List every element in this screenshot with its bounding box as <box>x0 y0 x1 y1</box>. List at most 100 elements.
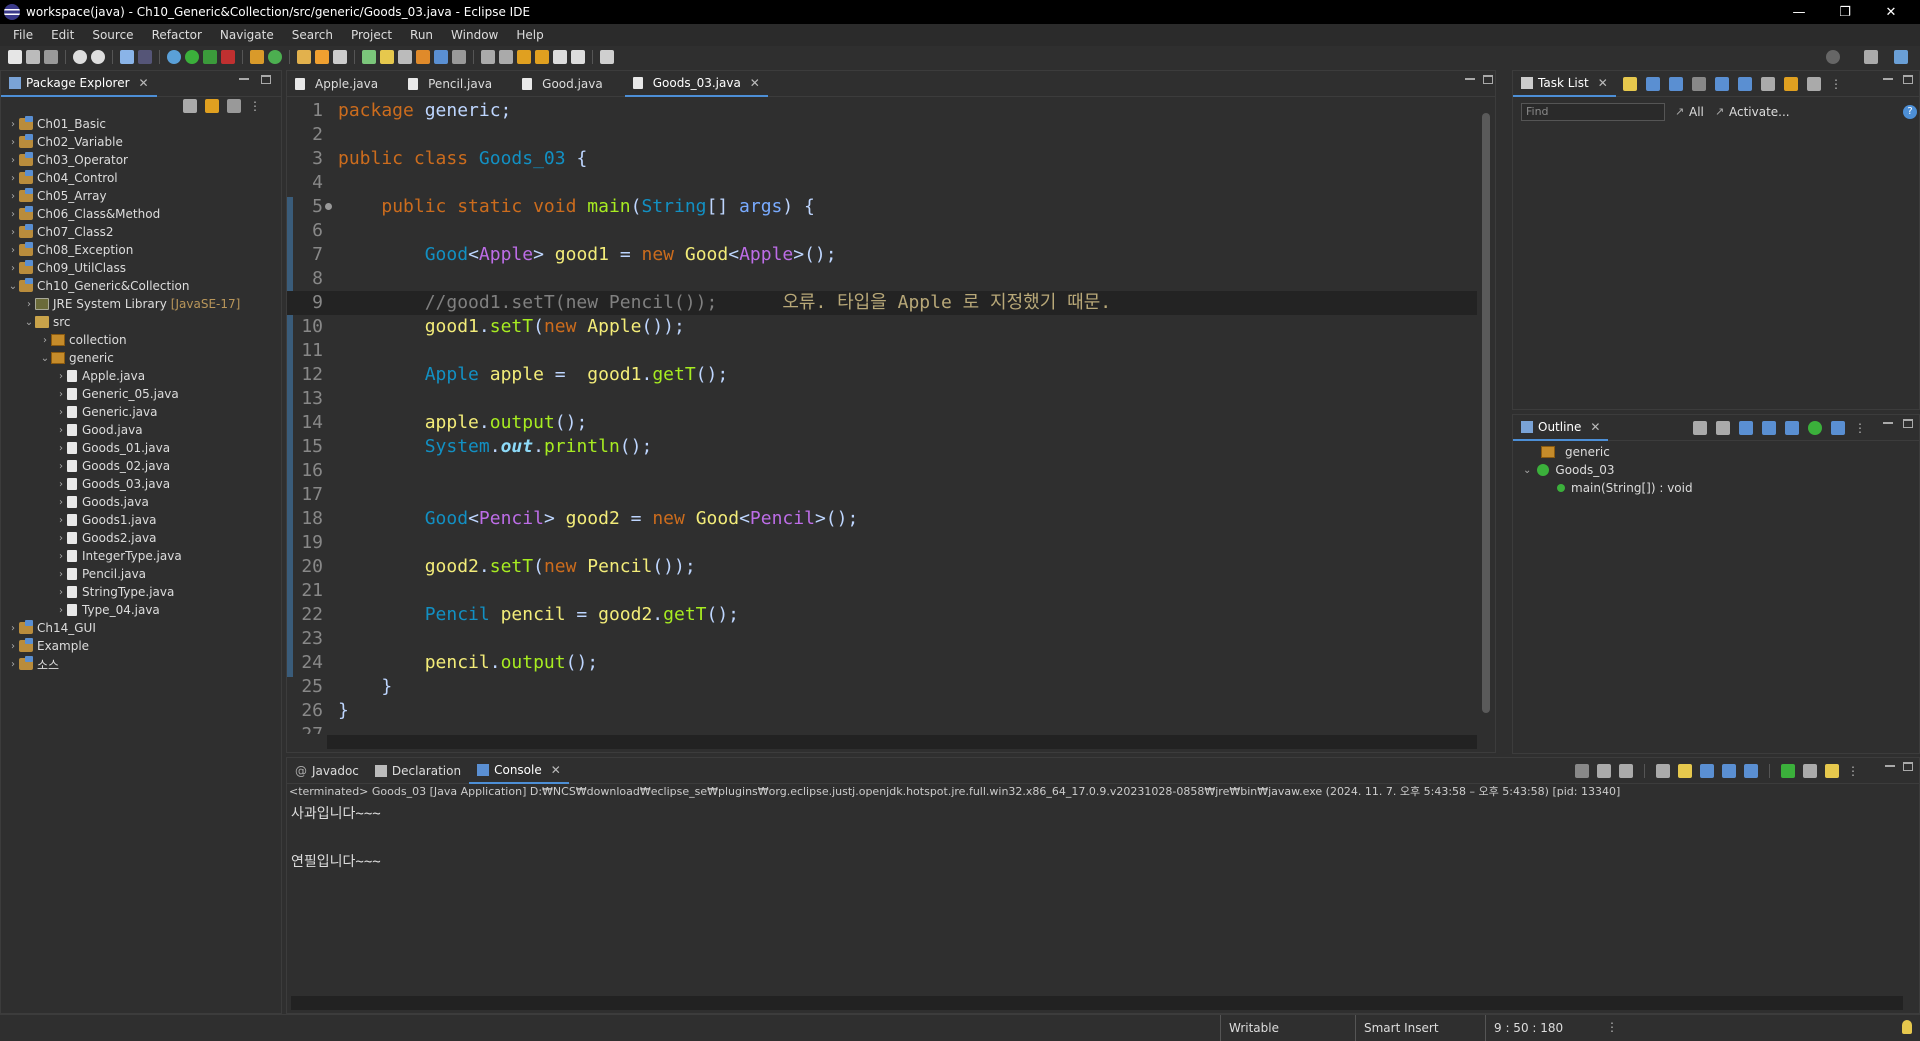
tree-item-project[interactable]: › 소스 <box>1 655 281 673</box>
maximize-icon[interactable] <box>261 75 271 84</box>
java-perspective-icon[interactable] <box>1894 50 1908 64</box>
hide-static-icon[interactable] <box>1785 421 1799 435</box>
view-menu-icon[interactable]: ⋮ <box>1854 421 1866 435</box>
tree-item-file[interactable]: › Generic_05.java <box>1 385 281 403</box>
outline-item-method[interactable]: main(String[]) : void <box>1557 481 1693 495</box>
skip-breakpoints-icon[interactable] <box>138 50 152 64</box>
paragraph-icon[interactable] <box>452 50 466 64</box>
menu-help[interactable]: Help <box>507 28 552 42</box>
filter-icon[interactable] <box>227 99 241 113</box>
search-icon[interactable] <box>1826 50 1840 64</box>
categorize-icon[interactable] <box>1646 77 1660 91</box>
tree-item-package[interactable]: › collection <box>1 331 281 349</box>
chevron-right-icon[interactable]: › <box>55 551 67 562</box>
synchronize-icon[interactable] <box>1784 77 1798 91</box>
chevron-right-icon[interactable]: › <box>7 119 19 130</box>
debug-icon[interactable] <box>167 50 181 64</box>
save-all-icon[interactable] <box>44 50 58 64</box>
menu-source[interactable]: Source <box>83 28 142 42</box>
clear-console-icon[interactable] <box>1656 764 1670 778</box>
scroll-lock-icon[interactable] <box>1678 764 1692 778</box>
tree-item-file[interactable]: › Good.java <box>1 421 281 439</box>
chevron-right-icon[interactable]: › <box>55 389 67 400</box>
tree-item-project[interactable]: › Example <box>1 637 281 655</box>
minimize-icon[interactable] <box>1885 765 1895 767</box>
chevron-right-icon[interactable]: › <box>55 371 67 382</box>
status-menu-icon[interactable]: ⋮ <box>1606 1020 1618 1034</box>
focus-icon[interactable] <box>1693 421 1707 435</box>
terminal-icon[interactable] <box>120 50 134 64</box>
external-tools-icon[interactable] <box>221 50 235 64</box>
menu-edit[interactable]: Edit <box>42 28 83 42</box>
chevron-right-icon[interactable]: › <box>55 407 67 418</box>
pin-editor-icon[interactable] <box>600 50 614 64</box>
display-console-icon[interactable] <box>1803 764 1817 778</box>
chevron-right-icon[interactable]: › <box>7 623 19 634</box>
chevron-right-icon[interactable]: › <box>7 155 19 166</box>
chevron-right-icon[interactable]: › <box>23 299 35 310</box>
tree-item-project[interactable]: › Ch04_Control <box>1 169 281 187</box>
word-wrap-icon[interactable] <box>1700 764 1714 778</box>
chevron-right-icon[interactable]: › <box>7 191 19 202</box>
view-menu-icon[interactable]: ⋮ <box>1847 764 1859 778</box>
prev-annotation-icon[interactable] <box>499 50 513 64</box>
editor-horizontal-scrollbar[interactable] <box>327 735 1477 749</box>
console-horizontal-scrollbar[interactable] <box>291 996 1903 1010</box>
minimize-icon[interactable] <box>1883 422 1893 424</box>
task-activate-link[interactable]: Activate... <box>1729 105 1790 119</box>
chevron-right-icon[interactable]: › <box>7 659 19 670</box>
tree-item-project-open[interactable]: ⌄ Ch10_Generic&Collection <box>1 277 281 295</box>
chevron-right-icon[interactable]: › <box>7 173 19 184</box>
tree-item-file[interactable]: › Goods1.java <box>1 511 281 529</box>
search-tool-icon[interactable] <box>333 50 347 64</box>
tree-item-file[interactable]: › Apple.java <box>1 367 281 385</box>
menu-project[interactable]: Project <box>342 28 401 42</box>
tree-item-project[interactable]: › Ch07_Class2 <box>1 223 281 241</box>
redo-icon[interactable] <box>91 50 105 64</box>
hide-nonpublic-icon[interactable] <box>1808 421 1822 435</box>
tree-item-file[interactable]: › Goods.java <box>1 493 281 511</box>
tree-item-project[interactable]: › Ch03_Operator <box>1 151 281 169</box>
maximize-icon[interactable] <box>1903 75 1913 84</box>
chevron-down-icon[interactable]: ⌄ <box>1523 465 1531 476</box>
link-with-editor-icon[interactable] <box>205 99 219 113</box>
new-task-icon[interactable] <box>1623 77 1637 91</box>
collapse-all-icon[interactable] <box>1716 421 1730 435</box>
new-class-icon[interactable] <box>268 50 282 64</box>
pin-console-icon[interactable] <box>1781 764 1795 778</box>
tree-item-file[interactable]: › Goods2.java <box>1 529 281 547</box>
tree-item-project[interactable]: › Ch09_UtilClass <box>1 259 281 277</box>
tab-package-explorer[interactable]: Package Explorer ✕ <box>1 70 157 97</box>
tab-apple-java[interactable]: Apple.java <box>287 71 386 97</box>
new-icon[interactable] <box>8 50 22 64</box>
chevron-down-icon[interactable]: ⌄ <box>23 317 35 328</box>
tree-item-package[interactable]: ⌄ generic <box>1 349 281 367</box>
maximize-icon[interactable] <box>1903 419 1913 428</box>
forward-icon[interactable] <box>571 50 585 64</box>
tree-item-src[interactable]: ⌄ src <box>1 313 281 331</box>
console-vertical-scrollbar[interactable] <box>1907 802 1919 992</box>
chevron-right-icon[interactable]: › <box>55 569 67 580</box>
expand-tasks-icon[interactable] <box>1738 77 1752 91</box>
undo-icon[interactable] <box>73 50 87 64</box>
word-wrap-icon[interactable] <box>416 50 430 64</box>
maximize-icon[interactable] <box>1483 75 1493 84</box>
back-icon[interactable] <box>553 50 567 64</box>
task-find-input[interactable]: Find <box>1521 103 1665 121</box>
presentation-icon[interactable] <box>1807 77 1821 91</box>
menu-refactor[interactable]: Refactor <box>143 28 211 42</box>
scrollbar-thumb[interactable] <box>1482 113 1490 713</box>
close-icon[interactable]: ✕ <box>551 763 561 777</box>
run-icon[interactable] <box>185 50 199 64</box>
last-edit-icon[interactable] <box>517 50 531 64</box>
tree-item-project[interactable]: › Ch01_Basic <box>1 115 281 133</box>
tree-item-jre[interactable]: › JRE System Library [JavaSE-17] <box>1 295 281 313</box>
collapse-all-icon[interactable] <box>183 99 197 113</box>
help-icon[interactable]: ? <box>1903 105 1917 119</box>
close-icon[interactable]: ✕ <box>139 76 149 90</box>
outline-item-class[interactable]: ⌄ Goods_03 <box>1523 463 1615 477</box>
toggle-mark-icon[interactable] <box>362 50 376 64</box>
chevron-down-icon[interactable]: ⌄ <box>39 353 51 364</box>
close-icon[interactable]: ✕ <box>1590 420 1600 434</box>
tab-goods03-java[interactable]: Goods_03.java ✕ <box>624 70 768 97</box>
